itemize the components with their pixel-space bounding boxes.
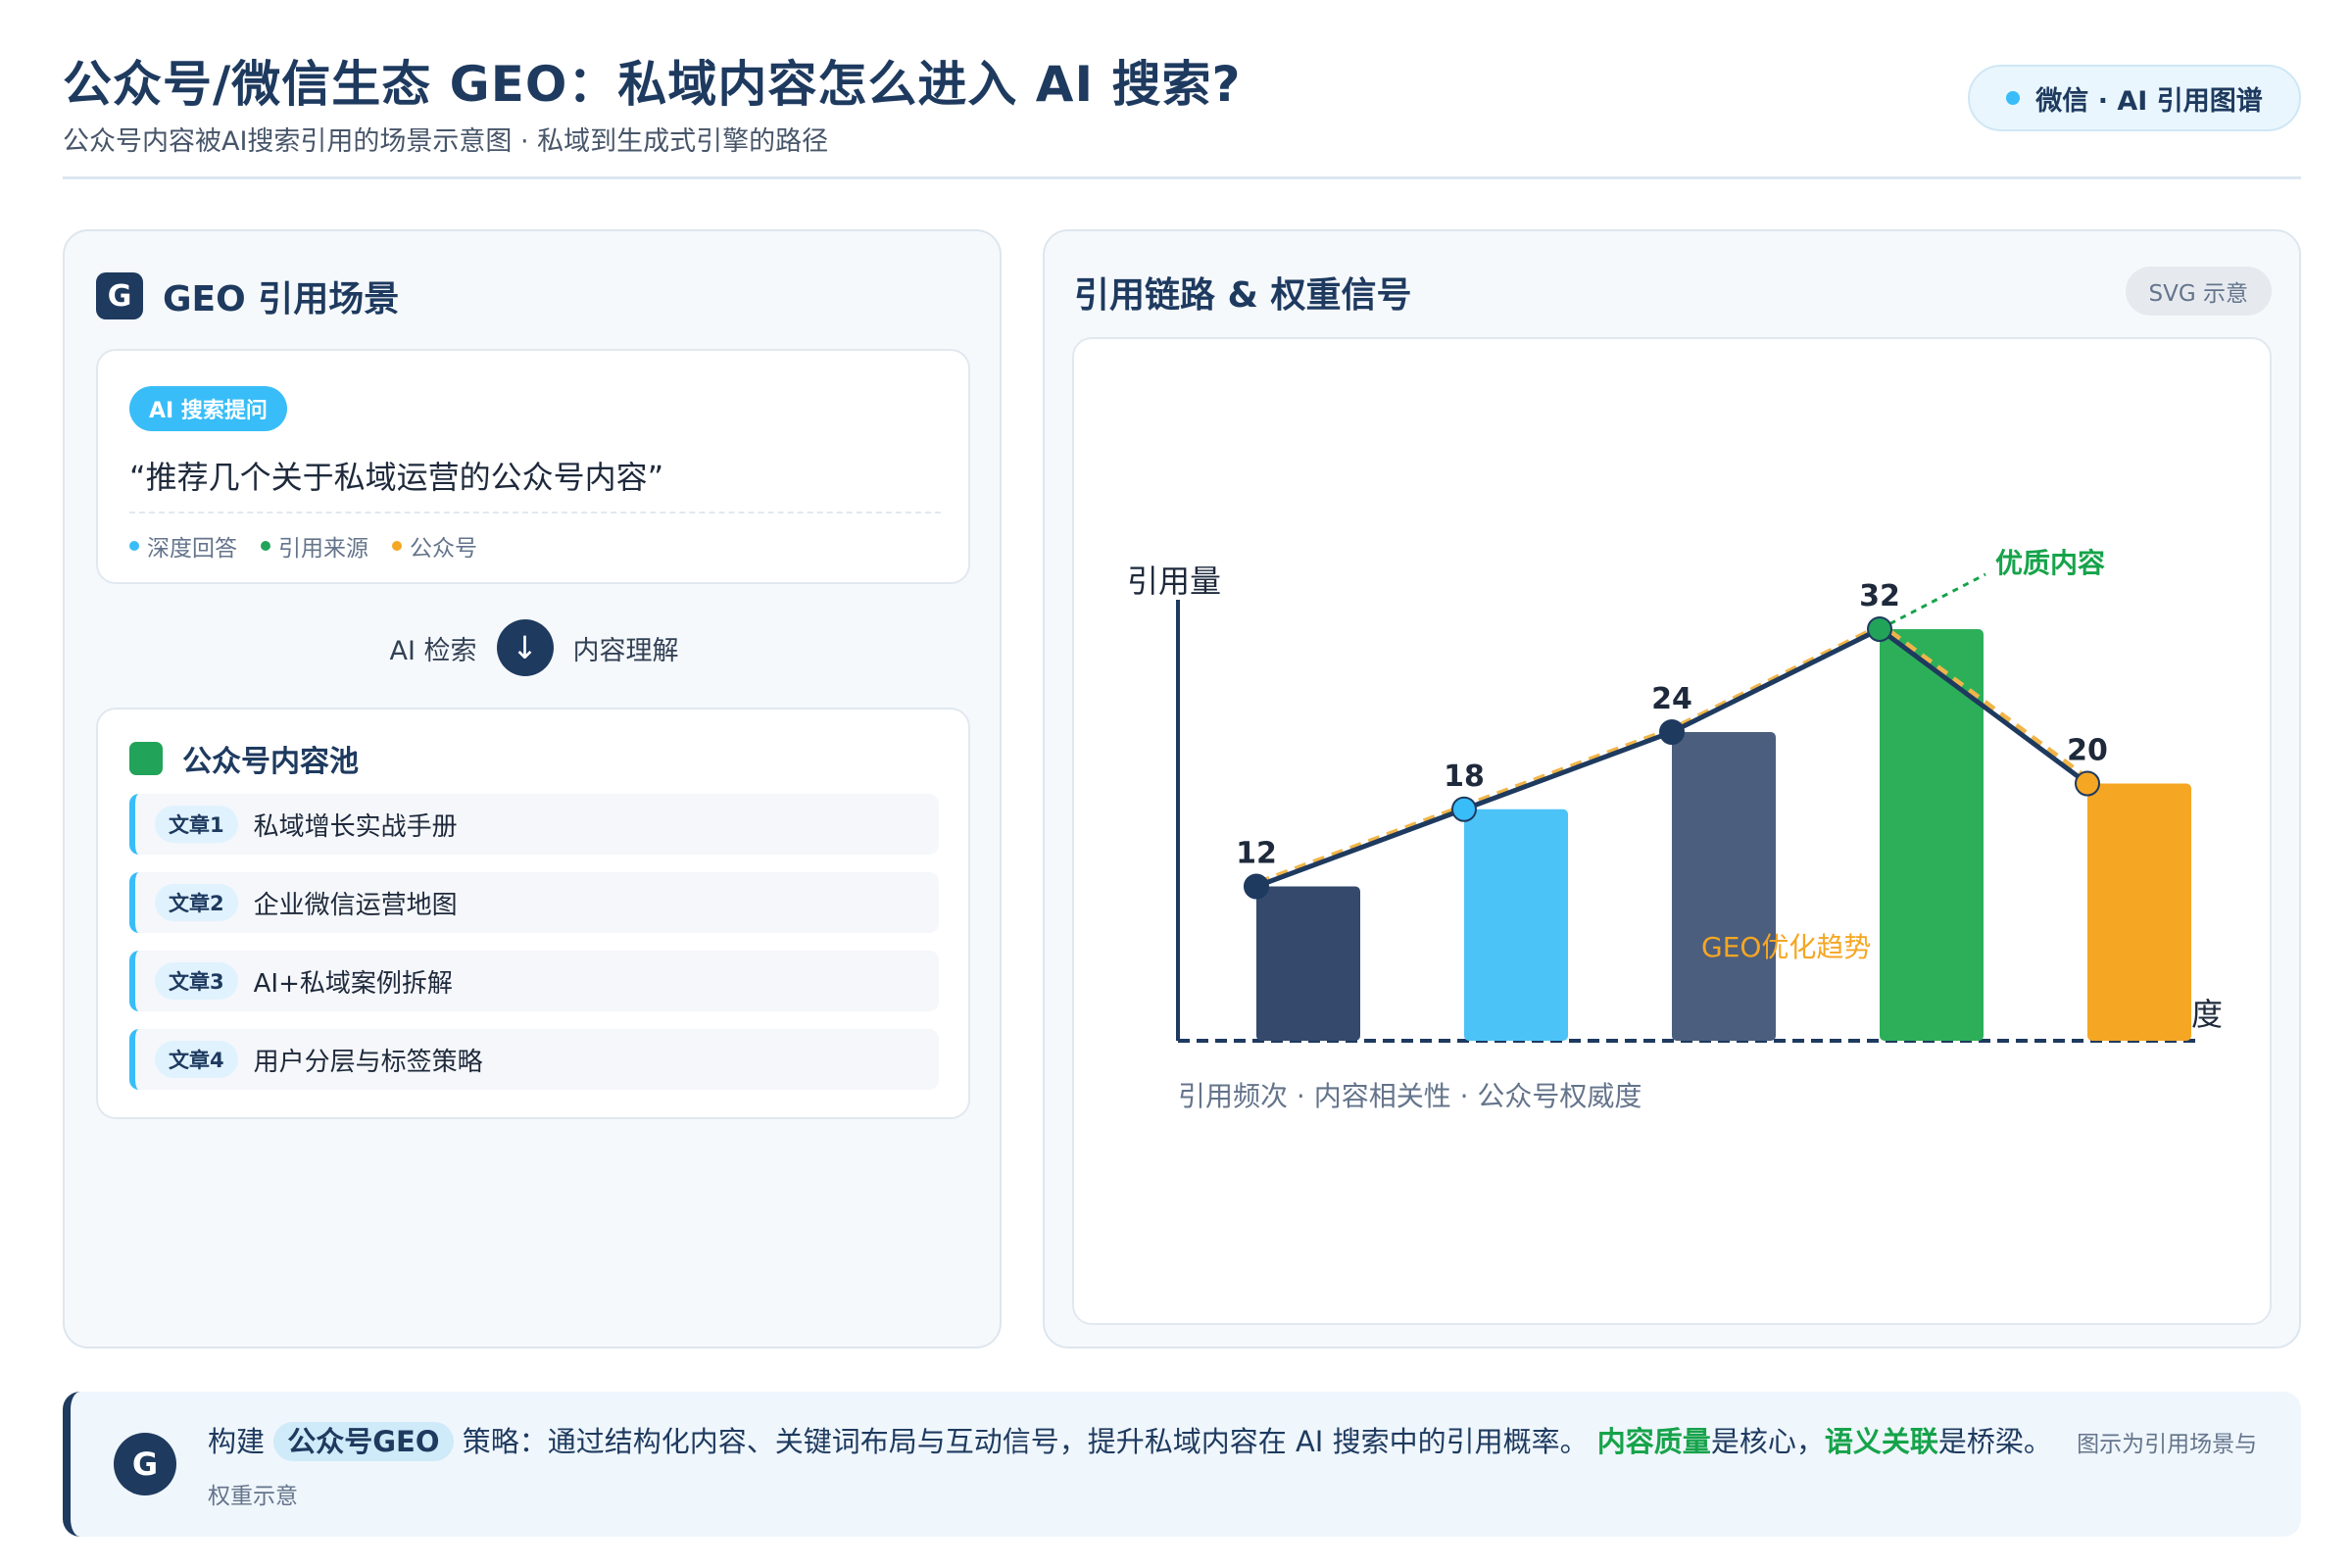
- footer-mid2: 是核心，: [1710, 1425, 1825, 1458]
- query-tags: 深度回答 引用来源 公众号: [129, 529, 501, 563]
- page-subtitle: 公众号内容被AI搜索引用的场景示意图 · 私域到生成式引擎的路径: [63, 126, 829, 157]
- article-tag: 文章3: [155, 962, 238, 1000]
- geo-scene-panel: G GEO 引用场景 AI 搜索提问 “推荐几个关于私域运营的公众号内容” 深度…: [63, 229, 1002, 1348]
- chart-bar: [1672, 732, 1776, 1041]
- query-tag: 公众号: [392, 529, 477, 563]
- svg-badge: SVG 示意: [2125, 267, 2272, 316]
- query-tag-label: 深度回答: [147, 536, 237, 562]
- g-logo-icon: G: [96, 272, 143, 319]
- query-divider: [129, 512, 941, 514]
- data-point: [1244, 873, 1269, 900]
- chart-bar: [2087, 783, 2191, 1041]
- article-item[interactable]: 文章1 私域增长实战手册: [129, 794, 939, 855]
- content-pool-title: 公众号内容池: [182, 745, 359, 779]
- geo-scene-header: G GEO 引用场景: [96, 270, 399, 321]
- chart-card: 引用量内容深度优质内容1218243220GEO优化趋势引用频次 · 内容相关性…: [1072, 337, 2272, 1325]
- article-tag: 文章2: [155, 884, 238, 921]
- content-pool-header: 公众号内容池: [129, 737, 359, 780]
- article-title: 用户分层与标签策略: [253, 1047, 483, 1077]
- ai-query-text: “推荐几个关于私域运营的公众号内容”: [129, 459, 664, 496]
- content-pool-card: 公众号内容池 文章1 私域增长实战手册 文章2 企业微信运营地图 文章3 AI+…: [96, 708, 970, 1119]
- data-label: 12: [1236, 837, 1277, 871]
- ai-query-pill: AI 搜索提问: [129, 386, 287, 431]
- article-tag: 文章1: [155, 806, 238, 843]
- flow-right-label: 内容理解: [572, 635, 679, 666]
- article-item[interactable]: 文章3 AI+私域案例拆解: [129, 951, 939, 1011]
- data-label: 32: [1859, 579, 1900, 613]
- footer-callout: G 构建 公众号GEO 策略：通过结构化内容、关键词布局与互动信号，提升私域内容…: [63, 1392, 2301, 1537]
- footer-suffix: 是桥梁。: [1937, 1425, 2052, 1458]
- chart-bar: [1464, 808, 1568, 1041]
- header-divider: [63, 176, 2301, 179]
- footer-middle: 策略：通过结构化内容、关键词布局与互动信号，提升私域内容在 AI 搜索中的引用概…: [462, 1425, 1589, 1458]
- trend-label: GEO优化趋势: [1701, 931, 1871, 963]
- header-badge: 微信 · AI 引用图谱: [1968, 65, 2301, 131]
- article-item[interactable]: 文章4 用户分层与标签策略: [129, 1029, 939, 1090]
- footer-green-semantic: 语义关联: [1824, 1425, 1938, 1458]
- article-title: AI+私域案例拆解: [253, 968, 453, 999]
- article-item[interactable]: 文章2 企业微信运营地图: [129, 872, 939, 933]
- footer-text: 构建 公众号GEO 策略：通过结构化内容、关键词布局与互动信号，提升私域内容在 …: [208, 1417, 2276, 1521]
- geo-scene-title: GEO 引用场景: [163, 279, 400, 319]
- ai-query-card: AI 搜索提问 “推荐几个关于私域运营的公众号内容” 深度回答 引用来源 公众号: [96, 349, 970, 584]
- pool-square-icon: [129, 742, 163, 775]
- tag-dot-icon: [261, 541, 270, 551]
- query-tag: 引用来源: [261, 529, 368, 563]
- query-tag-label: 引用来源: [278, 536, 368, 562]
- highlight-label: 优质内容: [1995, 547, 2105, 579]
- data-label: 24: [1651, 682, 1692, 716]
- citation-chain-title: 引用链路 & 权重信号: [1074, 275, 1412, 316]
- header-badge-label: 微信 · AI 引用图谱: [2035, 85, 2263, 117]
- flow-left-label: AI 检索: [389, 635, 477, 666]
- chart-bar: [1256, 886, 1360, 1041]
- article-title: 企业微信运营地图: [253, 890, 458, 920]
- badge-dot-icon: [2006, 91, 2021, 105]
- footer-prefix: 构建: [208, 1425, 266, 1458]
- page-title: 公众号/微信生态 GEO：私域内容怎么进入 AI 搜索?: [63, 56, 1242, 113]
- data-point: [2075, 770, 2100, 797]
- g-logo-icon: G: [114, 1433, 176, 1495]
- query-tag-label: 公众号: [410, 536, 477, 562]
- chart-caption: 引用频次 · 内容相关性 · 公众号权威度: [1178, 1080, 1642, 1112]
- data-label: 20: [2067, 734, 2108, 768]
- data-point: [1659, 719, 1685, 745]
- y-axis-label: 引用量: [1127, 563, 1221, 600]
- tag-dot-icon: [129, 541, 139, 551]
- article-tag: 文章4: [155, 1041, 238, 1078]
- data-label: 18: [1444, 760, 1485, 794]
- tag-dot-icon: [392, 541, 402, 551]
- article-title: 私域增长实战手册: [253, 811, 458, 842]
- query-tag: 深度回答: [129, 529, 237, 563]
- data-point: [1451, 796, 1477, 822]
- citation-chart: 引用量内容深度优质内容1218243220GEO优化趋势引用频次 · 内容相关性…: [1127, 547, 2223, 1112]
- arrow-down-icon: ↓: [496, 619, 554, 676]
- citation-chain-panel: 引用链路 & 权重信号 SVG 示意 引用量内容深度优质内容1218243220…: [1043, 229, 2301, 1348]
- chart-bar: [1880, 629, 1984, 1041]
- data-point: [1867, 616, 1892, 642]
- retrieval-flow: AI 检索 ↓ 内容理解: [65, 619, 1004, 676]
- footer-highlight: 公众号GEO: [273, 1422, 454, 1461]
- footer-green-quality: 内容质量: [1596, 1425, 1711, 1458]
